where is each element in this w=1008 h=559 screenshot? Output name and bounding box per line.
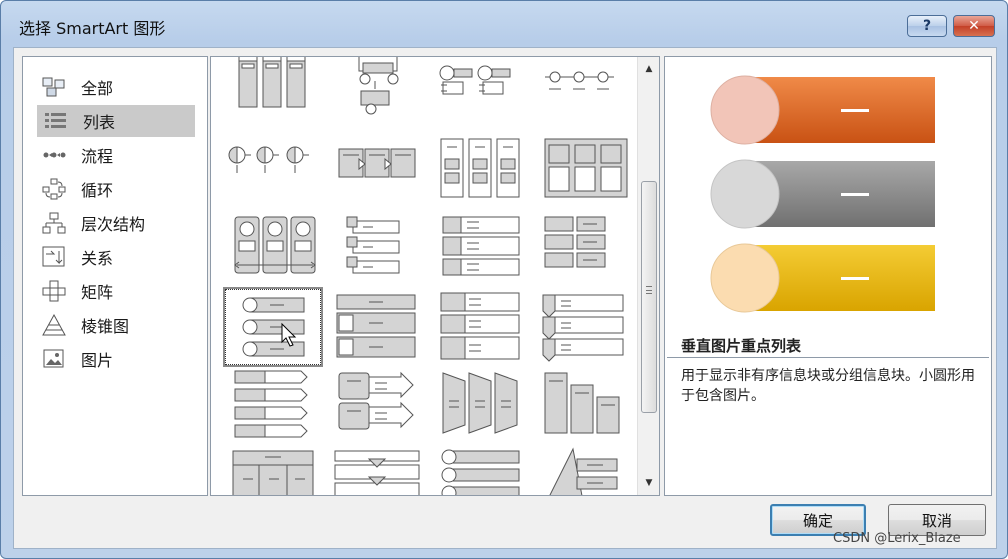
layout-thumbnail[interactable]	[329, 213, 425, 289]
layout-thumbnail[interactable]	[537, 213, 633, 289]
layout-thumbnail[interactable]	[329, 367, 425, 443]
category-label: 图片	[81, 351, 114, 370]
preview-row-2	[710, 159, 935, 229]
title-bar: 选择 SmartArt 图形 ? ✕	[1, 1, 1007, 45]
category-item-list[interactable]: 列表	[37, 105, 195, 137]
layout-thumbnail-selected[interactable]	[223, 287, 323, 367]
category-item-matrix[interactable]: 矩阵	[35, 275, 195, 307]
layout-thumbnail[interactable]	[433, 57, 529, 127]
category-label: 层次结构	[81, 215, 146, 234]
category-item-all[interactable]: 全部	[35, 71, 195, 103]
layout-thumbnail[interactable]	[433, 213, 529, 289]
layout-thumbnail[interactable]	[225, 367, 321, 443]
category-item-relationship[interactable]: 关系	[35, 241, 195, 273]
scrollbar-thumb[interactable]	[641, 181, 657, 413]
grip-icon	[646, 286, 652, 294]
category-label: 关系	[81, 249, 114, 268]
layout-thumbnail[interactable]	[433, 135, 529, 211]
relationship-icon	[41, 246, 67, 268]
help-icon: ?	[922, 18, 932, 34]
window-title: 选择 SmartArt 图形	[19, 19, 166, 38]
process-icon	[41, 144, 67, 166]
picture-icon	[41, 348, 67, 370]
category-item-pyramid[interactable]: 棱锥图	[35, 309, 195, 341]
matrix-icon	[41, 280, 67, 302]
close-icon: ✕	[968, 18, 980, 34]
category-item-hierarchy[interactable]: 层次结构	[35, 207, 195, 239]
layout-thumbnail[interactable]	[225, 213, 321, 289]
pyramid-icon	[41, 314, 67, 336]
layout-thumbnail[interactable]	[329, 135, 425, 211]
layout-thumbnail[interactable]	[537, 57, 633, 127]
layout-thumbnail[interactable]	[225, 135, 321, 211]
layout-thumbnail[interactable]	[329, 289, 425, 365]
layout-thumbnail[interactable]	[225, 57, 321, 127]
help-button[interactable]: ?	[907, 15, 947, 37]
gallery-scrollbar[interactable]: ▲ ▼	[637, 57, 659, 495]
scroll-down-arrow-icon[interactable]: ▼	[638, 473, 659, 493]
cycle-icon	[41, 178, 67, 200]
layout-thumbnail[interactable]	[329, 445, 425, 495]
category-item-picture[interactable]: 图片	[35, 343, 195, 375]
close-button[interactable]: ✕	[953, 15, 995, 37]
description-box: 用于显示非有序信息块或分组信息块。小圆形用于包含图片。	[667, 357, 989, 495]
list-icon	[43, 110, 69, 132]
layout-thumbnail[interactable]	[225, 445, 321, 495]
watermark: CSDN @Lerix_Blaze	[833, 531, 961, 546]
category-item-process[interactable]: 流程	[35, 139, 195, 171]
preview-pane: 垂直图片重点列表 用于显示非有序信息块或分组信息块。小圆形用于包含图片。	[664, 56, 992, 496]
category-label: 列表	[83, 113, 116, 132]
layout-gallery: ▲ ▼	[210, 56, 660, 496]
category-label: 流程	[81, 147, 114, 166]
category-label: 循环	[81, 181, 114, 200]
category-label: 棱锥图	[81, 317, 130, 336]
smartart-dialog: 选择 SmartArt 图形 ? ✕ 全部 列表 流程 循环 层次结构 关系 矩…	[0, 0, 1008, 559]
hierarchy-icon	[41, 212, 67, 234]
category-list: 全部 列表 流程 循环 层次结构 关系 矩阵 棱锥图 图片	[22, 56, 208, 496]
preview-row-3	[710, 243, 935, 313]
layout-description: 用于显示非有序信息块或分组信息块。小圆形用于包含图片。	[681, 368, 975, 404]
all-icon	[41, 76, 67, 98]
preview-row-1	[710, 75, 935, 145]
layout-thumbnail[interactable]	[329, 57, 425, 127]
layout-thumbnail[interactable]	[433, 367, 529, 443]
category-label: 全部	[81, 79, 114, 98]
layout-thumbnail[interactable]	[537, 445, 633, 495]
layout-thumbnail[interactable]	[537, 289, 633, 365]
layout-thumbnail[interactable]	[433, 445, 529, 495]
scroll-up-arrow-icon[interactable]: ▲	[638, 59, 659, 79]
layout-thumbnail[interactable]	[433, 289, 529, 365]
category-label: 矩阵	[81, 283, 114, 302]
layout-thumbnail[interactable]	[537, 135, 633, 211]
layout-thumbnail[interactable]	[537, 367, 633, 443]
dialog-content: 全部 列表 流程 循环 层次结构 关系 矩阵 棱锥图 图片 ▲ ▼ 垂直图片重点…	[13, 47, 997, 549]
preview-title: 垂直图片重点列表	[681, 337, 802, 355]
category-item-cycle[interactable]: 循环	[35, 173, 195, 205]
layout-preview-image	[710, 75, 935, 313]
